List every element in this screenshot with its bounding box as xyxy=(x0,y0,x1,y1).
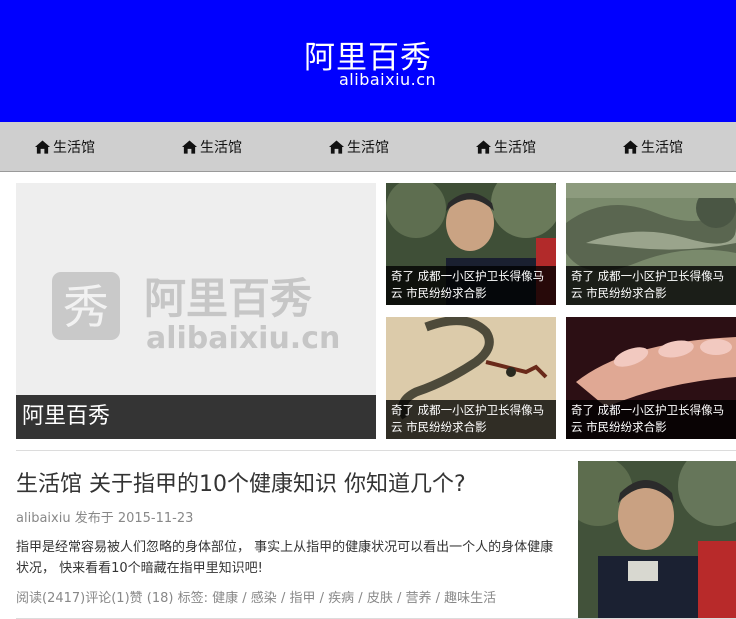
article-stats-text: 阅读(2417)评论(1)赞 (18) 标签: xyxy=(16,591,208,606)
home-icon xyxy=(623,140,638,154)
nav-item-4[interactable]: 生活馆 xyxy=(476,137,536,157)
article-tag[interactable]: 皮肤 xyxy=(367,591,393,606)
section-divider xyxy=(16,450,736,451)
tag-separator: / xyxy=(315,591,329,606)
tag-separator: / xyxy=(238,591,251,606)
home-icon xyxy=(329,140,344,154)
tile-caption: 奇了 成都一小区护卫长得像马云 市民纷纷求合影 xyxy=(566,400,736,439)
brand-domain[interactable]: alibaixiu.cn xyxy=(339,70,436,89)
nav-item-label: 生活馆 xyxy=(494,140,536,156)
article-tag[interactable]: 趣味生活 xyxy=(444,591,496,606)
nav-item-1[interactable]: 生活馆 xyxy=(35,137,95,157)
featured-tile-1[interactable]: 奇了 成都一小区护卫长得像马云 市民纷纷求合影 xyxy=(386,183,556,305)
home-icon xyxy=(476,140,491,154)
tile-caption: 奇了 成都一小区护卫长得像马云 市民纷纷求合影 xyxy=(386,266,556,305)
nav-item-label: 生活馆 xyxy=(641,140,683,156)
home-icon xyxy=(182,140,197,154)
article-tag[interactable]: 营养 xyxy=(405,591,431,606)
nav-item-2[interactable]: 生活馆 xyxy=(182,137,242,157)
main-nav: 生活馆 生活馆 生活馆 生活馆 生活馆 xyxy=(0,122,736,172)
featured-tile-4[interactable]: 奇了 成都一小区护卫长得像马云 市民纷纷求合影 xyxy=(566,317,736,439)
svg-text:秀: 秀 xyxy=(63,280,109,334)
svg-text:阿里百秀: 阿里百秀 xyxy=(144,274,312,323)
nav-item-5[interactable]: 生活馆 xyxy=(623,137,683,157)
nav-item-label: 生活馆 xyxy=(347,140,389,156)
portrait-image xyxy=(578,461,736,619)
article-tag[interactable]: 疾病 xyxy=(328,591,354,606)
nav-item-label: 生活馆 xyxy=(53,140,95,156)
article-meta: alibaixiu 发布于 2015-11-23 xyxy=(16,511,194,526)
featured-tile-2[interactable]: 奇了 成都一小区护卫长得像马云 市民纷纷求合影 xyxy=(566,183,736,305)
tag-separator: / xyxy=(392,591,406,606)
tile-caption: 奇了 成都一小区护卫长得像马云 市民纷纷求合影 xyxy=(386,400,556,439)
featured-main-caption[interactable]: 阿里百秀 xyxy=(16,395,376,439)
article-thumbnail[interactable] xyxy=(578,461,736,619)
nav-item-3[interactable]: 生活馆 xyxy=(329,137,389,157)
article-excerpt: 指甲是经常容易被人们忽略的身体部位， 事实上从指甲的健康状况可以看出一个人的身体… xyxy=(16,540,554,576)
tag-separator: / xyxy=(276,591,290,606)
article-title[interactable]: 生活馆 关于指甲的10个健康知识 你知道几个? xyxy=(16,466,466,498)
home-icon xyxy=(35,140,50,154)
article-tag[interactable]: 指甲 xyxy=(289,591,315,606)
article-tag[interactable]: 健康 xyxy=(212,591,238,606)
tile-caption: 奇了 成都一小区护卫长得像马云 市民纷纷求合影 xyxy=(566,266,736,305)
svg-text:alibaixiu.cn: alibaixiu.cn xyxy=(146,321,340,356)
nav-item-label: 生活馆 xyxy=(200,140,242,156)
tag-separator: / xyxy=(431,591,445,606)
site-header: 阿里百秀 alibaixiu.cn xyxy=(0,0,736,122)
featured-tile-3[interactable]: 奇了 成都一小区护卫长得像马云 市民纷纷求合影 xyxy=(386,317,556,439)
article-tag[interactable]: 感染 xyxy=(251,591,277,606)
article-stats: 阅读(2417)评论(1)赞 (18) 标签: 健康 / 感染 / 指甲 / 疾… xyxy=(16,587,496,606)
tag-separator: / xyxy=(354,591,367,606)
